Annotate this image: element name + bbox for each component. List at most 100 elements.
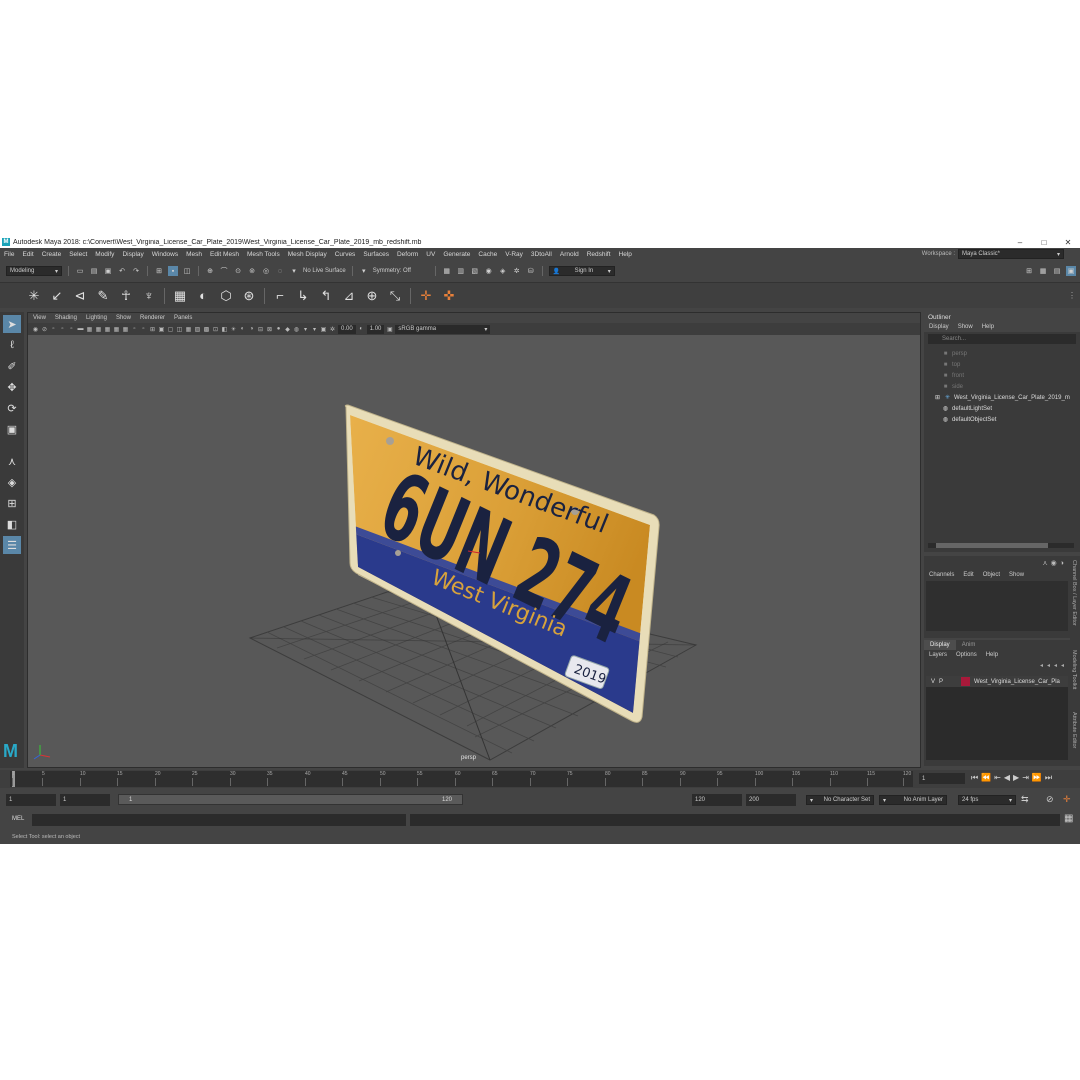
menu-redshift[interactable]: Redshift (583, 251, 615, 258)
shelf-sphere-icon[interactable]: ◐ (195, 288, 211, 304)
new-empty-layer-icon[interactable]: ◂ (1054, 662, 1057, 669)
layer-visibility-toggle[interactable]: V (931, 679, 935, 685)
snap-point-icon[interactable]: ⊙ (233, 266, 243, 276)
step-forward-key-icon[interactable]: ⏩ (1032, 773, 1042, 783)
vp-menu-panels[interactable]: Panels (174, 315, 192, 321)
menu-surfaces[interactable]: Surfaces (359, 251, 393, 258)
live-surface-chevron-icon[interactable]: ▾ (289, 266, 299, 276)
shelf-bezier-icon[interactable]: ⊲ (72, 288, 88, 304)
expand-icon[interactable]: ⊞ (934, 394, 941, 401)
step-back-key-icon[interactable]: ⏪ (981, 773, 991, 783)
layer-row[interactable]: V P West_Virginia_License_Car_Pla (926, 676, 1068, 687)
menu-edit[interactable]: Edit (18, 251, 37, 258)
playback-end-field[interactable]: 120 (692, 794, 742, 806)
sign-in-button[interactable]: 👤 Sign In ▾ (548, 266, 615, 276)
layer-playback-toggle[interactable]: P (939, 679, 943, 685)
move-tool-icon[interactable]: ✥ (3, 378, 21, 396)
menu-help[interactable]: Help (615, 251, 636, 258)
vp-menu-view[interactable]: View (33, 315, 46, 321)
film-gate-icon[interactable]: ▦ (95, 326, 102, 333)
two-d-pan-icon[interactable]: ▫ (68, 326, 75, 333)
menu-mesh-display[interactable]: Mesh Display (284, 251, 331, 258)
menu-uv[interactable]: UV (422, 251, 439, 258)
fps-dropdown[interactable]: 24 fps ▾ (958, 795, 1016, 805)
tab-display[interactable]: Display (924, 640, 956, 650)
color-space-dropdown[interactable]: sRGB gamma ▾ (395, 324, 491, 334)
attribute-editor-toggle-icon[interactable]: ▦ (1038, 266, 1048, 276)
camera-attributes-icon[interactable]: ⊘ (41, 326, 48, 333)
new-scene-icon[interactable]: ▭ (75, 266, 85, 276)
workspace-dropdown[interactable]: Maya Classic* ▾ (958, 249, 1064, 259)
shelf-joint-icon[interactable]: ☥ (118, 288, 134, 304)
select-tool-icon[interactable]: ➤ (3, 315, 21, 333)
exposure-field[interactable]: 0.00 (338, 324, 356, 334)
stereo-icon[interactable]: ◍ (293, 326, 300, 333)
go-to-start-icon[interactable]: ⏮ (971, 773, 978, 783)
vp-menu-renderer[interactable]: Renderer (140, 315, 165, 321)
gamma-icon[interactable]: ◐ (358, 326, 365, 333)
menu-arnold[interactable]: Arnold (556, 251, 583, 258)
safe-title-icon[interactable]: ▫ (140, 326, 147, 333)
anim-layer-dropdown[interactable]: ▾ No Anim Layer (879, 795, 947, 805)
hud-icon[interactable]: ◆ (284, 326, 291, 333)
light-editor-icon[interactable]: ✲ (512, 266, 522, 276)
safe-action-icon[interactable]: ▫ (131, 326, 138, 333)
xray-joints-icon[interactable]: ⊠ (266, 326, 273, 333)
tab-anim[interactable]: Anim (956, 640, 982, 650)
camera-sequencer-icon[interactable]: ▾ (311, 326, 318, 333)
render-settings-icon[interactable]: ▧ (470, 266, 480, 276)
maximize-button[interactable]: □ (1032, 238, 1056, 247)
menu-windows[interactable]: Windows (148, 251, 182, 258)
symmetry-label[interactable]: Symmetry: Off (373, 268, 429, 274)
render-frame-icon[interactable]: ▦ (442, 266, 452, 276)
bookmark-icon[interactable]: ▫ (50, 326, 57, 333)
tool-settings-toggle-icon[interactable]: ▤ (1052, 266, 1062, 276)
snap-view-icon[interactable]: ⊚ (247, 266, 257, 276)
select-object-icon[interactable]: ▪ (168, 266, 178, 276)
menu-set-dropdown[interactable]: Modeling ▾ (6, 266, 62, 276)
vp-menu-show[interactable]: Show (116, 315, 131, 321)
shelf-grid-sphere-icon[interactable]: ⊛ (241, 288, 257, 304)
select-camera-icon[interactable]: ◉ (32, 326, 39, 333)
menu-cache[interactable]: Cache (474, 251, 501, 258)
gate-mask-icon[interactable]: ▦ (113, 326, 120, 333)
grease-pencil-icon[interactable]: ▬ (77, 326, 84, 333)
select-component-icon[interactable]: ◫ (182, 266, 192, 276)
snap-curve-icon[interactable]: ⌒ (219, 266, 229, 276)
outliner-layout-icon[interactable]: ☰ (3, 536, 21, 554)
shelf-curve-cv-icon[interactable]: ✳ (26, 288, 42, 304)
command-input[interactable] (32, 814, 406, 826)
mel-label[interactable]: MEL (12, 816, 24, 822)
resolution-gate-icon[interactable]: ▦ (104, 326, 111, 333)
close-button[interactable]: ✕ (1056, 238, 1080, 247)
shelf-twist-icon[interactable]: ↰ (318, 288, 334, 304)
move-layer-up-icon[interactable]: ◂ (1040, 662, 1043, 669)
shelf-curve-ep-icon[interactable]: ↙ (49, 288, 65, 304)
outliner-item[interactable]: ◍ defaultLightSet (942, 403, 1080, 414)
menu-vray[interactable]: V-Ray (501, 251, 527, 258)
options-menu[interactable]: Options (956, 652, 977, 658)
default-material-icon[interactable]: ▢ (167, 326, 174, 333)
object-menu[interactable]: Object (983, 572, 1000, 578)
shelf-flare-icon[interactable]: ↳ (295, 288, 311, 304)
last-tool-icon[interactable]: ⋏ (3, 452, 21, 470)
shelf-skeleton-icon[interactable]: ♆ (141, 288, 157, 304)
shelf-wire-icon[interactable]: ⤡ (387, 288, 403, 304)
color-management-icon[interactable]: ▣ (320, 326, 327, 333)
animation-end-field[interactable]: 200 (746, 794, 796, 806)
go-to-end-icon[interactable]: ⏭ (1045, 773, 1052, 783)
shelf-pencil-icon[interactable]: ✎ (95, 288, 111, 304)
shelf-cube-icon[interactable]: ⬡ (218, 288, 234, 304)
shelf-pivot-icon[interactable]: ✛ (418, 288, 434, 304)
wireframe-on-shaded-icon[interactable]: ◫ (176, 326, 183, 333)
outliner-menu-help[interactable]: Help (982, 324, 994, 330)
menu-curves[interactable]: Curves (331, 251, 360, 258)
save-scene-icon[interactable]: ▣ (103, 266, 113, 276)
four-view-layout-icon[interactable]: ⊞ (3, 494, 21, 512)
current-frame-field[interactable]: 1 (919, 773, 965, 784)
arnold-render-icon[interactable]: ⛁ (526, 266, 536, 276)
help-menu[interactable]: Help (986, 652, 998, 658)
outliner-item[interactable]: ■ front (942, 370, 1080, 381)
select-hierarchy-icon[interactable]: ⊞ (154, 266, 164, 276)
channels-menu[interactable]: Channels (929, 572, 954, 578)
